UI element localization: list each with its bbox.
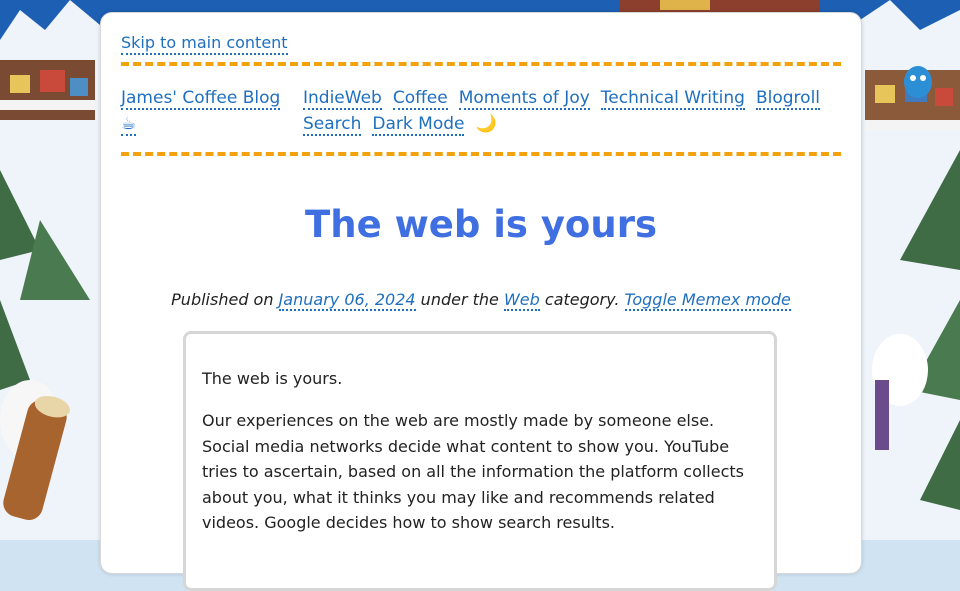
moon-icon[interactable]: 🌙 [475,114,496,134]
nav-item-search[interactable]: Search [303,114,362,136]
site-title-link[interactable]: James' Coffee Blog ☕ [121,88,281,136]
top-building [620,0,820,12]
main-nav: IndieWeb Coffee Moments of Joy Technical Wr… [303,85,853,137]
dashed-divider-bottom [121,152,841,156]
site-header-brand: James' Coffee Blog ☕ [121,85,281,137]
nav-item-coffee[interactable]: Coffee [392,88,448,110]
meta-suffix: category. [544,290,620,309]
dark-mode-toggle[interactable]: Dark Mode [372,114,465,136]
post-title: The web is yours [305,203,657,246]
skip-to-main-link[interactable]: Skip to main content [121,33,288,55]
post-date-link[interactable]: January 06, 2024 [278,290,416,311]
nav-item-blogroll[interactable]: Blogroll [755,88,821,110]
category-link[interactable]: Web [503,290,540,311]
left-shops [0,60,95,120]
nav-item-moments-of-joy[interactable]: Moments of Joy [458,88,590,110]
dashed-divider-top [121,62,841,66]
meta-prefix: Published on [171,290,274,309]
paragraph: The web is yours. [202,369,343,388]
paragraph: Our experiences on the web are mostly ma… [202,411,744,532]
blue-penguin [904,66,932,98]
nav-item-technical-writing[interactable]: Technical Writing [600,88,745,110]
post-meta: Published on January 06, 2024 under the … [101,289,861,311]
post-body: The web is yours. Our experiences on the… [183,331,777,591]
nav-item-indieweb[interactable]: IndieWeb [303,88,382,110]
memex-mode-toggle[interactable]: Toggle Memex mode [624,290,791,311]
content-card: Skip to main content James' Coffee Blog … [100,12,862,591]
meta-middle: under the [420,290,499,309]
